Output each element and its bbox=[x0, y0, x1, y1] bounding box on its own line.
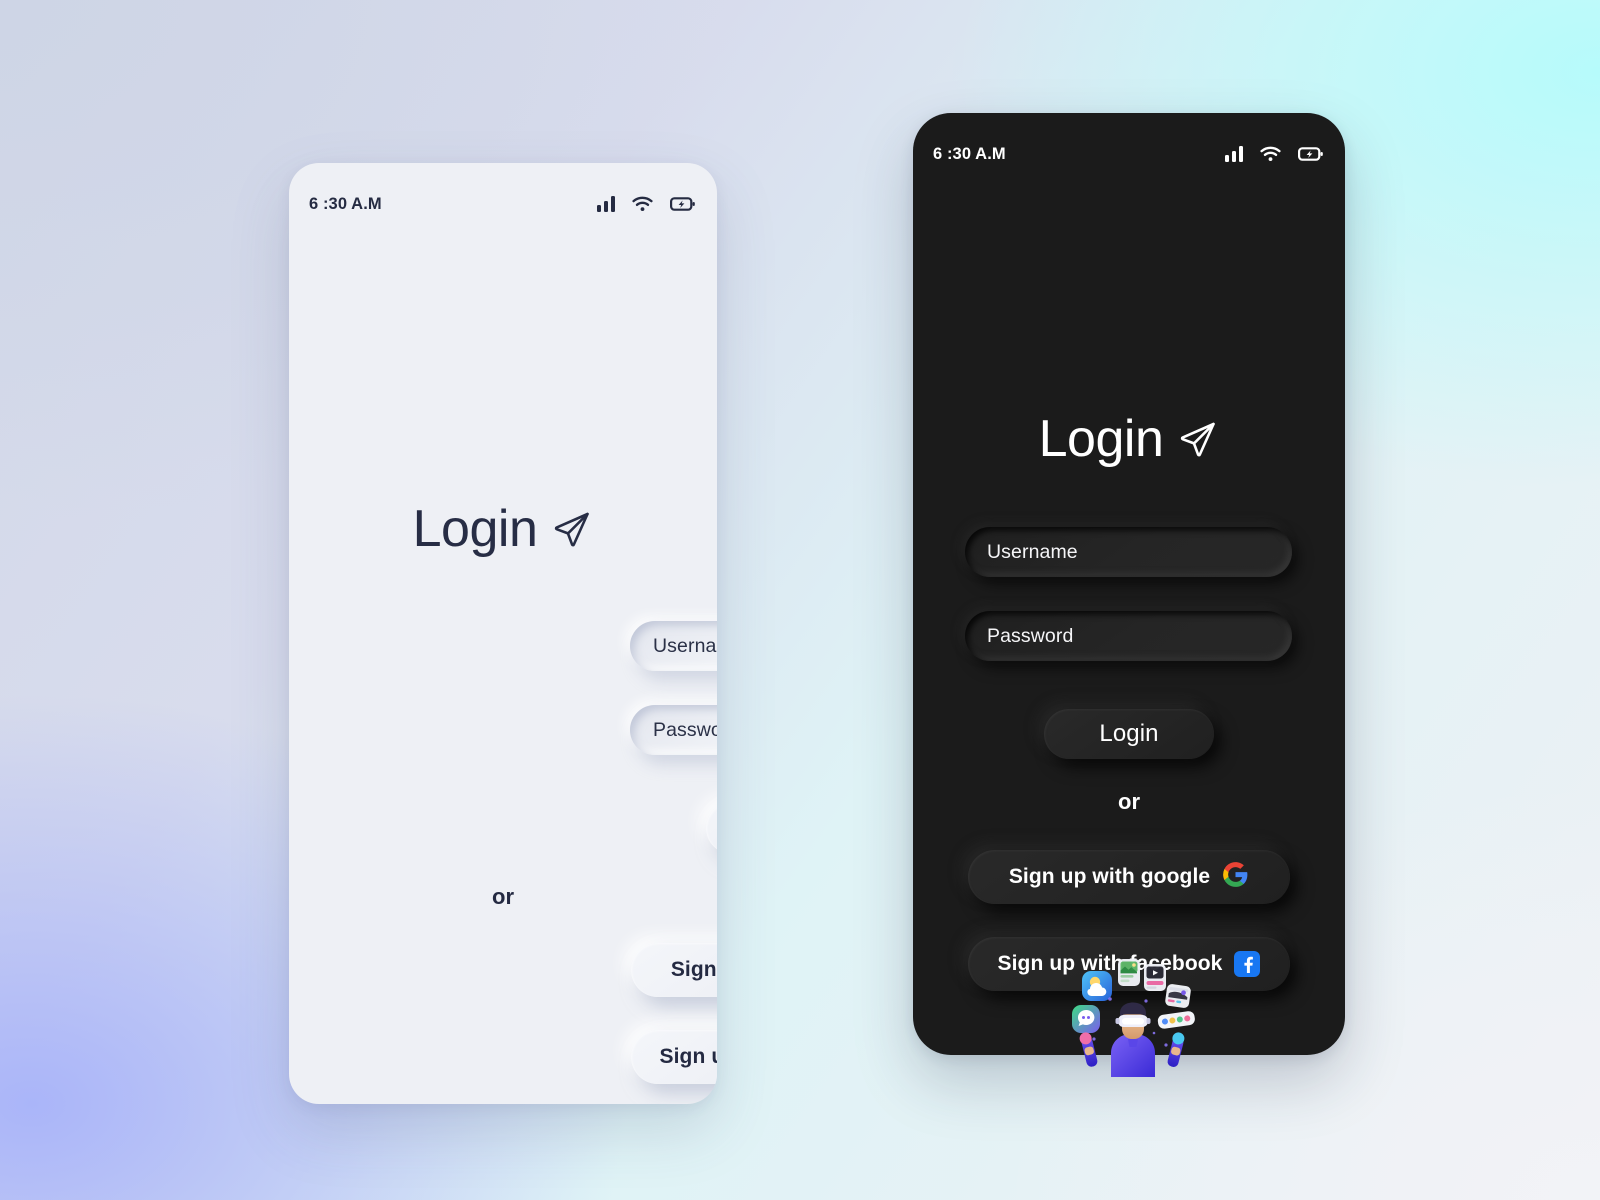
or-divider-label: or bbox=[492, 884, 514, 909]
status-time: 6 :30 A.M bbox=[309, 194, 382, 213]
signup-facebook-label: Sign up with facebook bbox=[659, 1045, 717, 1068]
page-title: Login bbox=[412, 500, 538, 558]
login-button[interactable]: Login bbox=[1044, 709, 1214, 759]
signup-google-button[interactable]: Sign up with google bbox=[968, 850, 1290, 904]
password-placeholder: Password bbox=[653, 718, 717, 741]
login-button-label: Login bbox=[1099, 720, 1159, 747]
wifi-icon bbox=[632, 196, 653, 212]
illustration-vr-user-dark bbox=[1058, 937, 1208, 1077]
battery-charging-icon bbox=[1298, 146, 1323, 162]
send-icon bbox=[551, 508, 593, 550]
status-icon-group bbox=[597, 196, 695, 212]
password-input[interactable]: Password bbox=[965, 611, 1292, 661]
google-icon bbox=[1222, 861, 1249, 893]
signup-google-button[interactable]: Sign up with google bbox=[631, 943, 717, 997]
signup-facebook-button[interactable]: Sign up with facebook bbox=[631, 1030, 717, 1084]
password-input[interactable]: Password bbox=[630, 705, 717, 755]
facebook-icon bbox=[1234, 951, 1261, 977]
phone-screen-light: 6 :30 A.M Login Userna Passwo or Sign Si… bbox=[289, 163, 717, 1104]
username-input[interactable]: Username bbox=[965, 527, 1292, 577]
password-placeholder: Password bbox=[987, 624, 1074, 647]
status-icon-group bbox=[1225, 146, 1323, 162]
battery-charging-icon bbox=[670, 196, 695, 212]
signup-google-label: Sign up with google bbox=[1008, 865, 1211, 888]
signal-icon bbox=[597, 196, 615, 212]
username-input[interactable]: Username bbox=[630, 621, 717, 671]
username-placeholder: Username bbox=[987, 540, 1078, 563]
page-title-row-light: Login bbox=[289, 503, 717, 555]
send-icon bbox=[1177, 418, 1219, 460]
status-bar-light: 6 :30 A.M bbox=[289, 191, 717, 217]
status-bar-dark: 6 :30 A.M bbox=[913, 141, 1345, 167]
page-title-row-dark: Login bbox=[913, 413, 1345, 465]
or-divider-label: or bbox=[1118, 789, 1140, 814]
signal-icon bbox=[1225, 146, 1243, 162]
wifi-icon bbox=[1260, 146, 1281, 162]
phone-screen-dark: 6 :30 A.M Login Username Password Login … bbox=[913, 113, 1345, 1055]
page-title: Login bbox=[1038, 410, 1164, 468]
login-button[interactable]: Login bbox=[706, 802, 717, 854]
signup-google-label: Sign up with google bbox=[670, 958, 717, 981]
username-placeholder: Username bbox=[653, 634, 717, 657]
status-time: 6 :30 A.M bbox=[933, 144, 1006, 163]
background-gradient bbox=[0, 0, 1600, 1200]
